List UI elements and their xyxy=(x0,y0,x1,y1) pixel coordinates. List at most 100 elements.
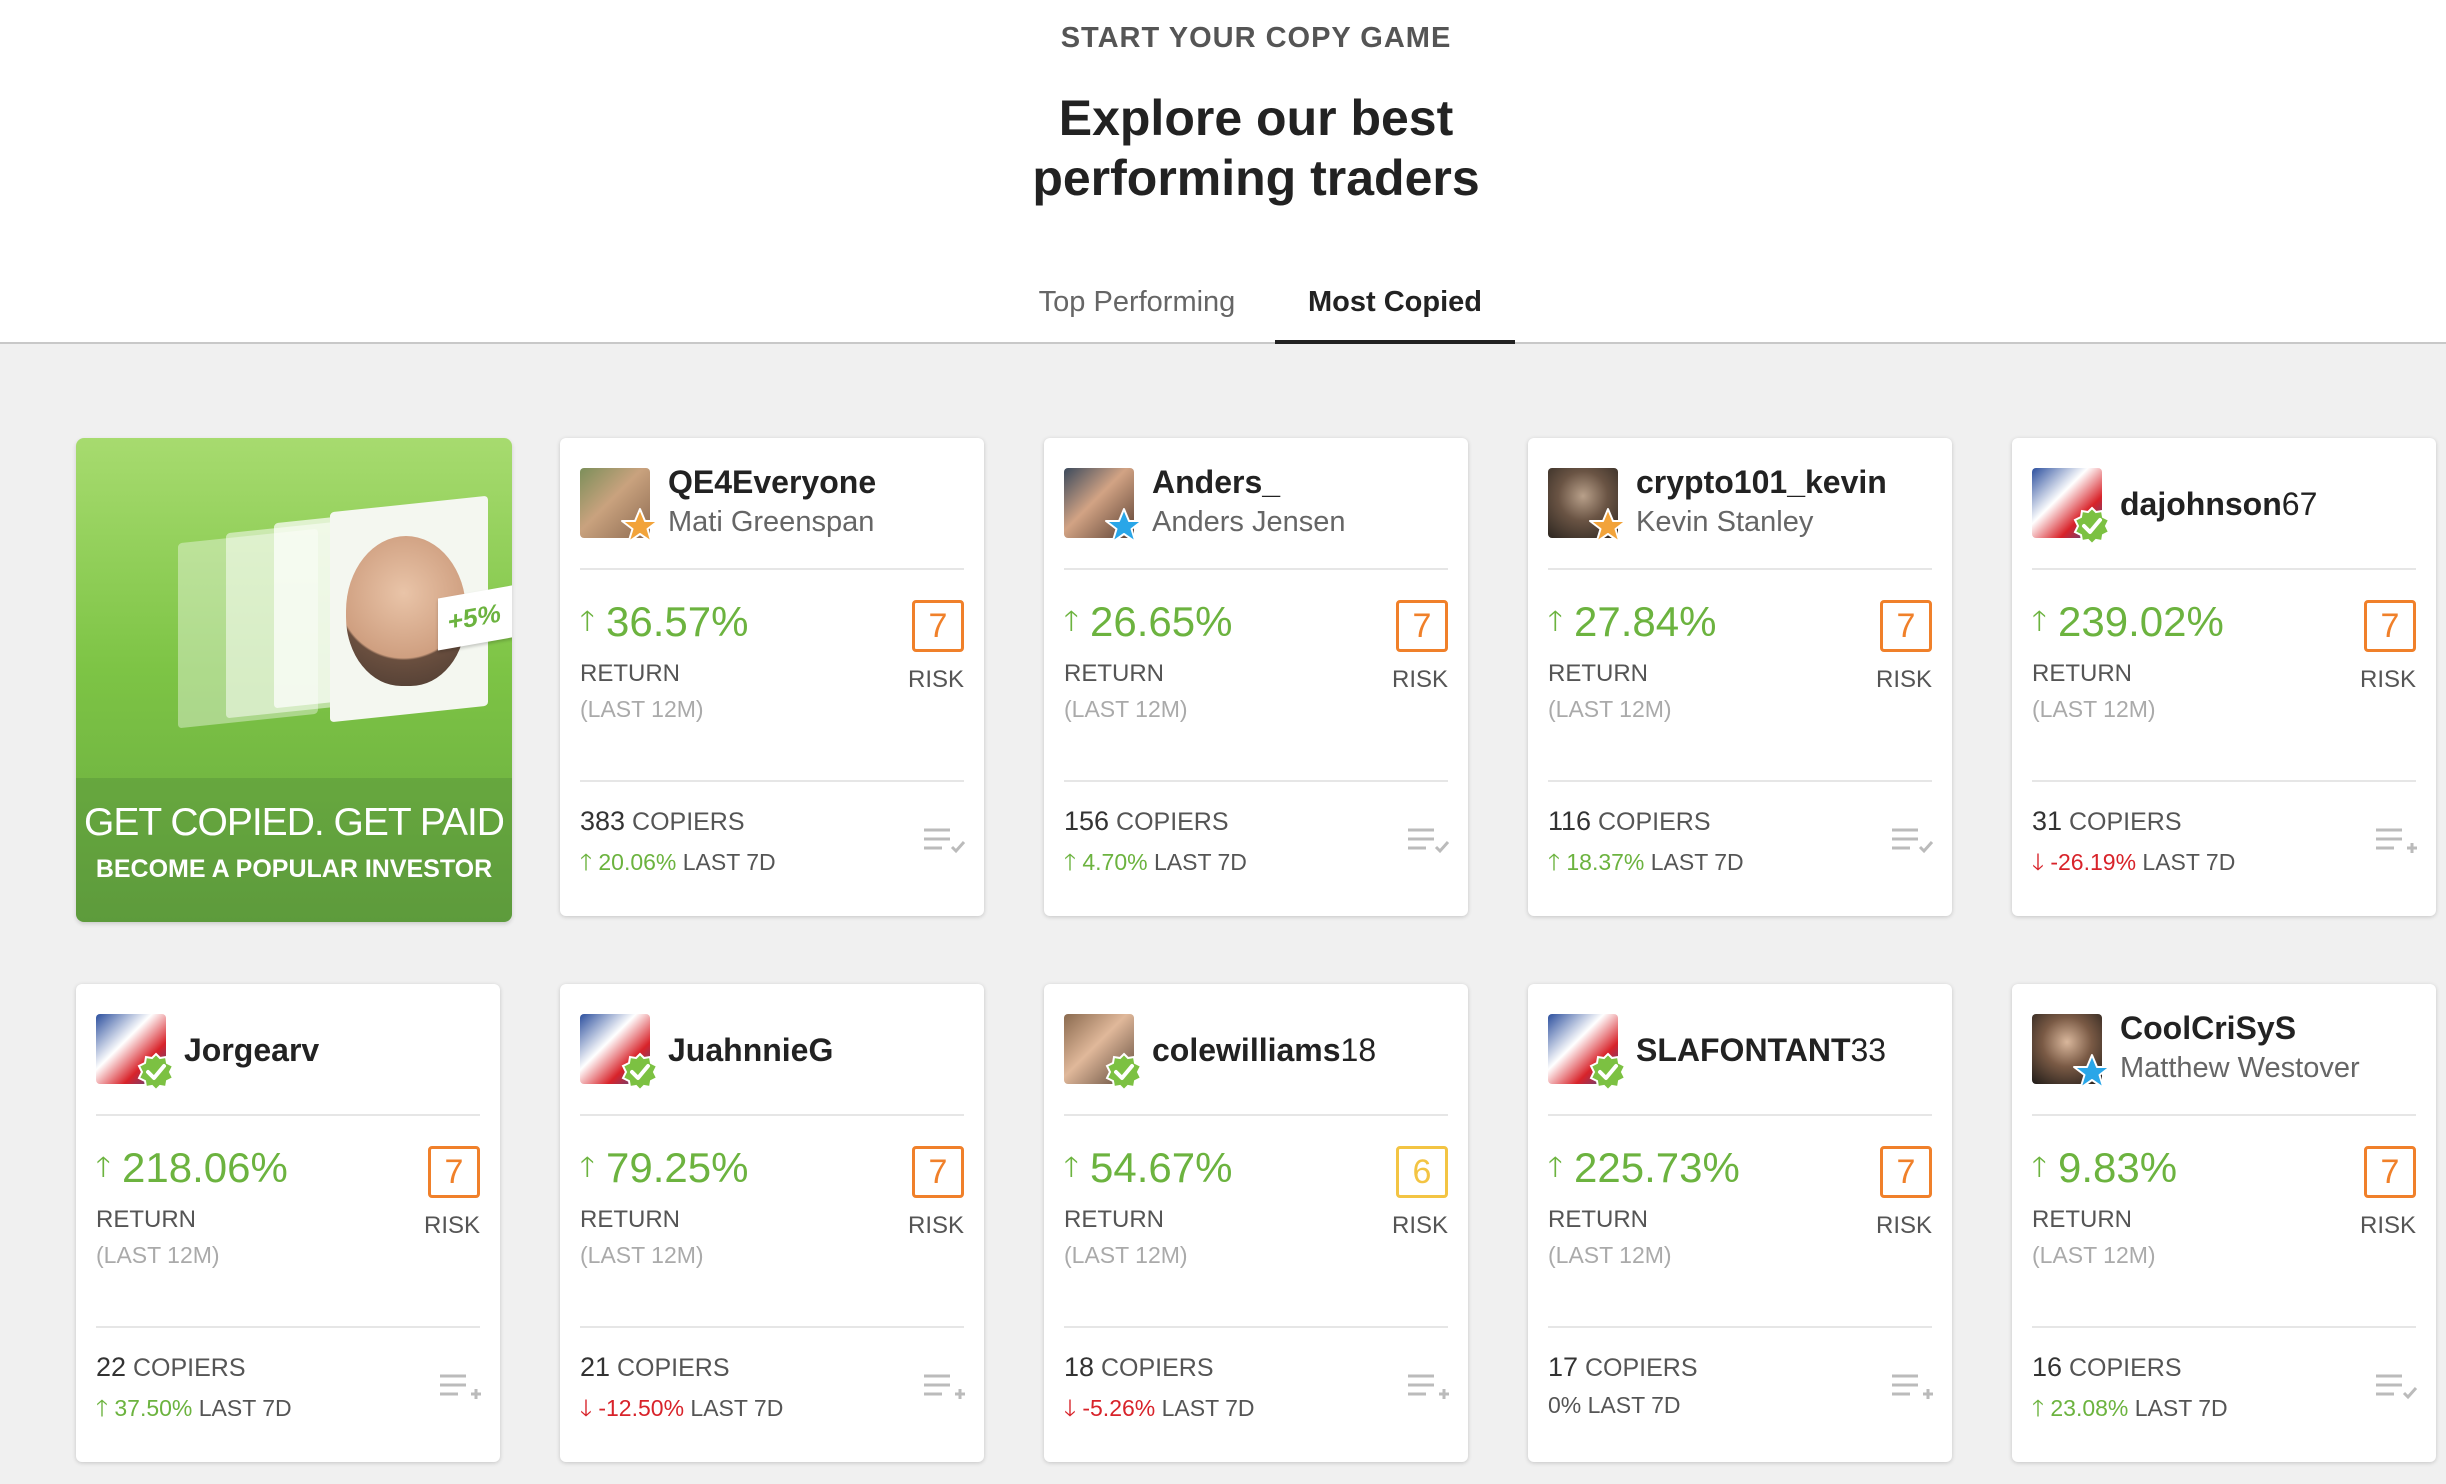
return-percent: 239.02% xyxy=(2058,598,2224,645)
copiers-label: COPIERS xyxy=(2069,1354,2182,1382)
card-divider xyxy=(1548,568,1932,570)
trader-card[interactable]: colewilliams18 🡑 54.67% RETURN (LAST 12M) 6 RI… xyxy=(1044,984,1468,1462)
return-label: RETURN xyxy=(1064,1206,1164,1233)
weekly-change-value: 0% xyxy=(1548,1392,1582,1418)
card-divider xyxy=(96,1114,480,1116)
trader-username[interactable]: QE4Everyone xyxy=(668,464,876,501)
weekly-change: 0% LAST 7D xyxy=(1548,1392,1681,1419)
green-check-icon xyxy=(1104,1052,1144,1092)
return-label: RETURN xyxy=(2032,1206,2132,1233)
trader-card[interactable]: Jorgearv 🡑 218.06% RETURN (LAST 12M) 7 RISK 22 … xyxy=(76,984,500,1462)
copiers-label: COPIERS xyxy=(1101,1354,1214,1382)
trader-card[interactable]: SLAFONTANT33 🡑 225.73% RETURN (LAST 12M) 7 RIS… xyxy=(1528,984,1952,1462)
copiers-label: COPIERS xyxy=(1585,1354,1698,1382)
copiers-count: 17 COPIERS xyxy=(1548,1352,1698,1383)
trader-full-name: Kevin Stanley xyxy=(1636,506,1814,538)
trader-card[interactable]: CoolCriSyS Matthew Westover 🡑 9.83% RETURN (L… xyxy=(2012,984,2436,1462)
list-check-icon[interactable] xyxy=(1890,824,1934,856)
list-add-icon[interactable] xyxy=(2374,824,2418,856)
weekly-change-label: LAST 7D xyxy=(198,1395,292,1421)
trader-username[interactable]: colewilliams18 xyxy=(1152,1032,1376,1069)
trader-username-text: dajohnson xyxy=(2120,486,2282,522)
return-value: 🡑 9.83% xyxy=(2032,1144,2177,1194)
card-divider xyxy=(2032,780,2416,782)
copiers-label: COPIERS xyxy=(133,1354,246,1382)
copiers-label: COPIERS xyxy=(632,808,745,836)
popular-investor-promo[interactable]: +5% GET COPIED. GET PAID BECOME A POPULA… xyxy=(76,438,512,922)
trader-username-text: JuahnnieG xyxy=(668,1032,834,1068)
trader-username[interactable]: CoolCriSyS xyxy=(2120,1010,2296,1047)
list-check-icon[interactable] xyxy=(1406,824,1450,856)
trader-username-text: SLAFONTANT xyxy=(1636,1032,1851,1068)
trader-username[interactable]: dajohnson67 xyxy=(2120,486,2317,523)
weekly-change-value: -26.19% xyxy=(2050,849,2137,875)
return-percent: 225.73% xyxy=(1574,1144,1740,1191)
card-divider xyxy=(580,780,964,782)
copiers-count: 16 COPIERS xyxy=(2032,1352,2182,1383)
blue-star-icon xyxy=(2072,1052,2112,1092)
trader-username-text: Jorgearv xyxy=(184,1032,320,1068)
risk-score: 6 xyxy=(1396,1146,1448,1198)
weekly-change-value: -5.26% xyxy=(1082,1395,1156,1421)
copiers-label: COPIERS xyxy=(1116,808,1229,836)
trader-card[interactable]: JuahnnieG 🡑 79.25% RETURN (LAST 12M) 7 RISK 21 … xyxy=(560,984,984,1462)
green-check-icon xyxy=(136,1052,176,1092)
list-add-icon[interactable] xyxy=(438,1370,482,1402)
copiers-number: 17 xyxy=(1548,1352,1579,1382)
trader-username-text: CoolCriSyS xyxy=(2120,1010,2297,1046)
promo-gain-text: +5% xyxy=(448,597,501,637)
return-percent: 54.67% xyxy=(1090,1144,1233,1191)
list-check-icon[interactable] xyxy=(922,824,966,856)
tab-top-performing[interactable]: Top Performing xyxy=(1020,286,1254,319)
return-period: (LAST 12M) xyxy=(580,1242,704,1268)
up-arrow-icon: 🡑 xyxy=(1548,849,1560,875)
down-arrow-icon: 🡓 xyxy=(580,1395,592,1421)
weekly-change: 🡑 37.50% LAST 7D xyxy=(96,1392,292,1431)
risk-label: RISK xyxy=(907,666,964,693)
card-divider xyxy=(1064,568,1448,570)
trader-card[interactable]: dajohnson67 🡑 239.02% RETURN (LAST 12M) 7 RISK… xyxy=(2012,438,2436,916)
return-value: 🡑 26.65% xyxy=(1064,598,1232,648)
up-arrow-icon: 🡑 xyxy=(1064,605,1079,636)
list-check-icon[interactable] xyxy=(2374,1370,2418,1402)
risk-score: 7 xyxy=(2364,600,2416,652)
return-label: RETURN xyxy=(1548,660,1648,687)
trader-username[interactable]: Jorgearv xyxy=(184,1032,319,1069)
card-divider xyxy=(1548,780,1932,782)
trader-username[interactable]: SLAFONTANT33 xyxy=(1636,1032,1886,1069)
weekly-change-label: LAST 7D xyxy=(1161,1395,1255,1421)
trader-card[interactable]: crypto101_kevin Kevin Stanley 🡑 27.84% RETUR… xyxy=(1528,438,1952,916)
return-label: RETURN xyxy=(1064,660,1164,687)
trader-username[interactable]: JuahnnieG xyxy=(668,1032,833,1069)
page-title-line-1: Explore our best xyxy=(1058,90,1454,146)
return-value: 🡑 218.06% xyxy=(96,1144,288,1194)
up-arrow-icon: 🡑 xyxy=(2032,1151,2047,1182)
weekly-change-value: 23.08% xyxy=(2050,1395,2129,1421)
green-check-icon xyxy=(2072,506,2112,546)
copiers-number: 21 xyxy=(580,1352,611,1382)
weekly-change-value: -12.50% xyxy=(598,1395,685,1421)
copiers-count: 18 COPIERS xyxy=(1064,1352,1214,1383)
trader-card[interactable]: Anders_ Anders Jensen 🡑 26.65% RETURN (LAST 1… xyxy=(1044,438,1468,916)
list-add-icon[interactable] xyxy=(922,1370,966,1402)
return-period: (LAST 12M) xyxy=(1064,696,1188,722)
trader-card[interactable]: QE4Everyone Mati Greenspan 🡑 36.57% RETURN (L… xyxy=(560,438,984,916)
list-add-icon[interactable] xyxy=(1406,1370,1450,1402)
card-divider xyxy=(1548,1326,1932,1328)
copiers-count: 383 COPIERS xyxy=(580,806,745,837)
page-title-line-2: performing traders xyxy=(1032,150,1480,206)
trader-username[interactable]: crypto101_kevin xyxy=(1636,464,1887,501)
trader-username[interactable]: Anders_ xyxy=(1152,464,1280,501)
section-eyebrow: START YOUR COPY GAME xyxy=(1060,22,1452,54)
copiers-count: 116 COPIERS xyxy=(1548,806,1711,837)
card-divider xyxy=(1064,1114,1448,1116)
tab-most-copied[interactable]: Most Copied xyxy=(1275,286,1515,344)
up-arrow-icon: 🡑 xyxy=(580,605,595,636)
list-add-icon[interactable] xyxy=(1890,1370,1934,1402)
up-arrow-icon: 🡑 xyxy=(1064,849,1076,875)
copiers-number: 22 xyxy=(96,1352,127,1382)
page-title: Explore our best performing traders xyxy=(0,88,2446,208)
return-percent: 27.84% xyxy=(1574,598,1717,645)
return-percent: 79.25% xyxy=(606,1144,749,1191)
risk-score: 7 xyxy=(2364,1146,2416,1198)
